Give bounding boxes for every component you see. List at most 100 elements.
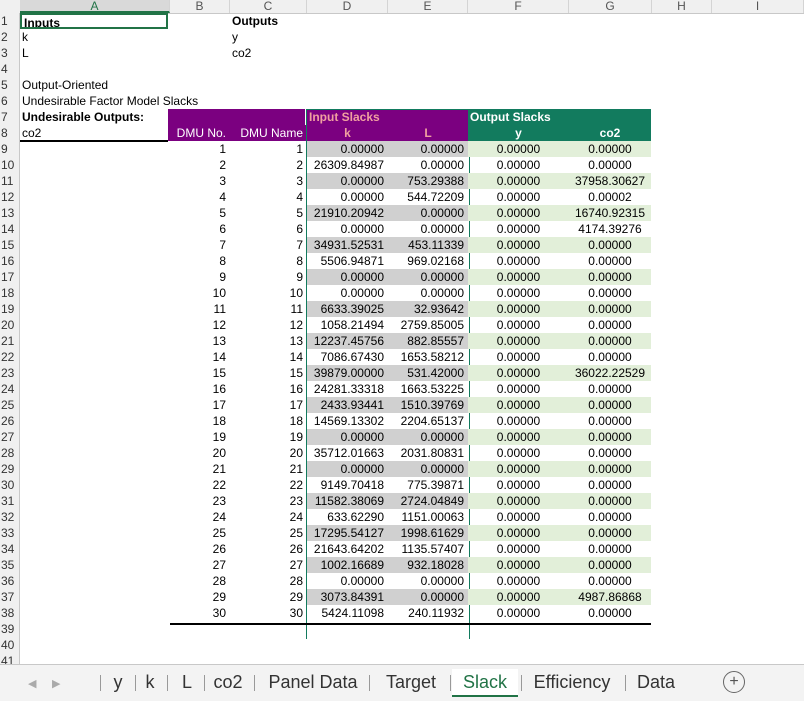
slack-y[interactable]: 0.00000 [468, 157, 569, 173]
row-header[interactable]: 21 [0, 333, 20, 349]
output-co2-header[interactable]: co2 [569, 125, 651, 141]
slack-co2[interactable]: 0.00000 [569, 253, 651, 269]
slack-L[interactable]: 2759.85005 [388, 317, 468, 333]
slack-L[interactable]: 0.00000 [388, 205, 468, 221]
dmu-no[interactable]: 15 [170, 365, 230, 381]
dmu-no[interactable]: 14 [170, 349, 230, 365]
slack-y[interactable]: 0.00000 [468, 221, 569, 237]
column-header-d[interactable]: D [307, 0, 388, 13]
dmu-name[interactable]: 12 [230, 317, 307, 333]
cell-outputs-label[interactable]: Outputs [230, 13, 306, 29]
dmu-no[interactable]: 9 [170, 269, 230, 285]
sheet-tab-efficiency[interactable]: Efficiency [522, 669, 622, 695]
dmu-no[interactable]: 28 [170, 573, 230, 589]
slack-co2[interactable]: 0.00000 [569, 317, 651, 333]
slack-co2[interactable]: 0.00000 [569, 509, 651, 525]
slack-L[interactable]: 775.39871 [388, 477, 468, 493]
spreadsheet-grid[interactable]: Inputs Outputs k y Lco2 Output-Oriented Undesi… [20, 13, 804, 664]
dmu-name[interactable]: 7 [230, 237, 307, 253]
slack-k[interactable]: 21643.64202 [307, 541, 388, 557]
slack-L[interactable]: 1135.57407 [388, 541, 468, 557]
slack-k[interactable]: 0.00000 [307, 141, 388, 157]
slack-L[interactable]: 544.72209 [388, 189, 468, 205]
slack-y[interactable]: 0.00000 [468, 413, 569, 429]
dmu-name[interactable]: 14 [230, 349, 307, 365]
slack-L[interactable]: 932.18028 [388, 557, 468, 573]
dmu-no[interactable]: 29 [170, 589, 230, 605]
slack-co2[interactable]: 0.00000 [569, 413, 651, 429]
dmu-no[interactable]: 10 [170, 285, 230, 301]
slack-co2[interactable]: 0.00000 [569, 477, 651, 493]
row-header[interactable]: 28 [0, 445, 20, 461]
dmu-name[interactable]: 5 [230, 205, 307, 221]
slack-y[interactable]: 0.00000 [468, 461, 569, 477]
slack-L[interactable]: 240.11932 [388, 605, 468, 621]
dmu-no[interactable]: 26 [170, 541, 230, 557]
dmu-no[interactable]: 16 [170, 381, 230, 397]
row-header[interactable]: 12 [0, 189, 20, 205]
sheet-tab-target[interactable]: Target [375, 669, 447, 695]
sheet-tab-slack[interactable]: Slack [452, 669, 518, 697]
sheet-tab-k[interactable]: k [136, 669, 164, 695]
slack-L[interactable]: 1663.53225 [388, 381, 468, 397]
dmu-no[interactable]: 25 [170, 525, 230, 541]
slack-L[interactable]: 0.00000 [388, 589, 468, 605]
output-y-header[interactable]: y [468, 125, 569, 141]
slack-co2[interactable]: 0.00000 [569, 493, 651, 509]
dmu-name[interactable]: 15 [230, 365, 307, 381]
slack-k[interactable]: 0.00000 [307, 461, 388, 477]
row-header[interactable]: 27 [0, 429, 20, 445]
slack-k[interactable]: 6633.39025 [307, 301, 388, 317]
slack-k[interactable]: 0.00000 [307, 189, 388, 205]
slack-L[interactable]: 0.00000 [388, 285, 468, 301]
slack-L[interactable]: 0.00000 [388, 429, 468, 445]
add-sheet-icon[interactable]: + [723, 671, 745, 693]
dmu-name[interactable]: 24 [230, 509, 307, 525]
slack-co2[interactable]: 0.00000 [569, 141, 651, 157]
dmu-no[interactable]: 20 [170, 445, 230, 461]
cell-model-line2[interactable]: Undesirable Factor Model Slacks [20, 93, 240, 109]
slack-L[interactable]: 2031.80831 [388, 445, 468, 461]
dmu-no[interactable]: 5 [170, 205, 230, 221]
slack-co2[interactable]: 0.00000 [569, 349, 651, 365]
slack-co2[interactable]: 0.00000 [569, 461, 651, 477]
row-header[interactable]: 9 [0, 141, 20, 157]
slack-k[interactable]: 21910.20942 [307, 205, 388, 221]
row-header[interactable]: 2 [0, 29, 20, 45]
row-header[interactable]: 16 [0, 253, 20, 269]
row-header[interactable]: 3 [0, 45, 20, 61]
slack-L[interactable]: 0.00000 [388, 269, 468, 285]
slack-k[interactable]: 1002.16689 [307, 557, 388, 573]
slack-co2[interactable]: 0.00000 [569, 397, 651, 413]
dmu-no-header[interactable]: DMU No. [170, 125, 230, 141]
dmu-no[interactable]: 17 [170, 397, 230, 413]
dmu-name[interactable]: 11 [230, 301, 307, 317]
row-header[interactable]: 24 [0, 381, 20, 397]
slack-co2[interactable]: 0.00002 [569, 189, 651, 205]
prev-sheet-icon[interactable]: ◀ [28, 677, 36, 690]
slack-co2[interactable]: 4987.86868 [569, 589, 651, 605]
slack-y[interactable]: 0.00000 [468, 509, 569, 525]
slack-L[interactable]: 1653.58212 [388, 349, 468, 365]
slack-k[interactable]: 11582.38069 [307, 493, 388, 509]
slack-L[interactable]: 2724.04849 [388, 493, 468, 509]
input-L-header[interactable]: L [388, 125, 468, 141]
row-header[interactable]: 8 [0, 125, 20, 141]
cell-model-line1[interactable]: Output-Oriented [20, 77, 220, 93]
row-header[interactable]: 22 [0, 349, 20, 365]
output-slacks-header[interactable]: Output Slacks [468, 109, 651, 125]
slack-k[interactable]: 0.00000 [307, 221, 388, 237]
slack-co2[interactable]: 0.00000 [569, 301, 651, 317]
dmu-no[interactable]: 1 [170, 141, 230, 157]
sheet-tab-panel-data[interactable]: Panel Data [260, 669, 366, 695]
slack-y[interactable]: 0.00000 [468, 397, 569, 413]
dmu-name[interactable]: 17 [230, 397, 307, 413]
slack-co2[interactable]: 4174.39276 [569, 221, 651, 237]
column-header-a[interactable]: A [20, 0, 170, 13]
dmu-name[interactable]: 30 [230, 605, 307, 621]
slack-L[interactable]: 531.42000 [388, 365, 468, 381]
sheet-tab-l[interactable]: L [173, 669, 201, 695]
cell-undesirable-item[interactable]: co2 [20, 125, 168, 141]
sheet-tab-y[interactable]: y [104, 669, 132, 695]
row-header[interactable]: 40 [0, 637, 20, 653]
